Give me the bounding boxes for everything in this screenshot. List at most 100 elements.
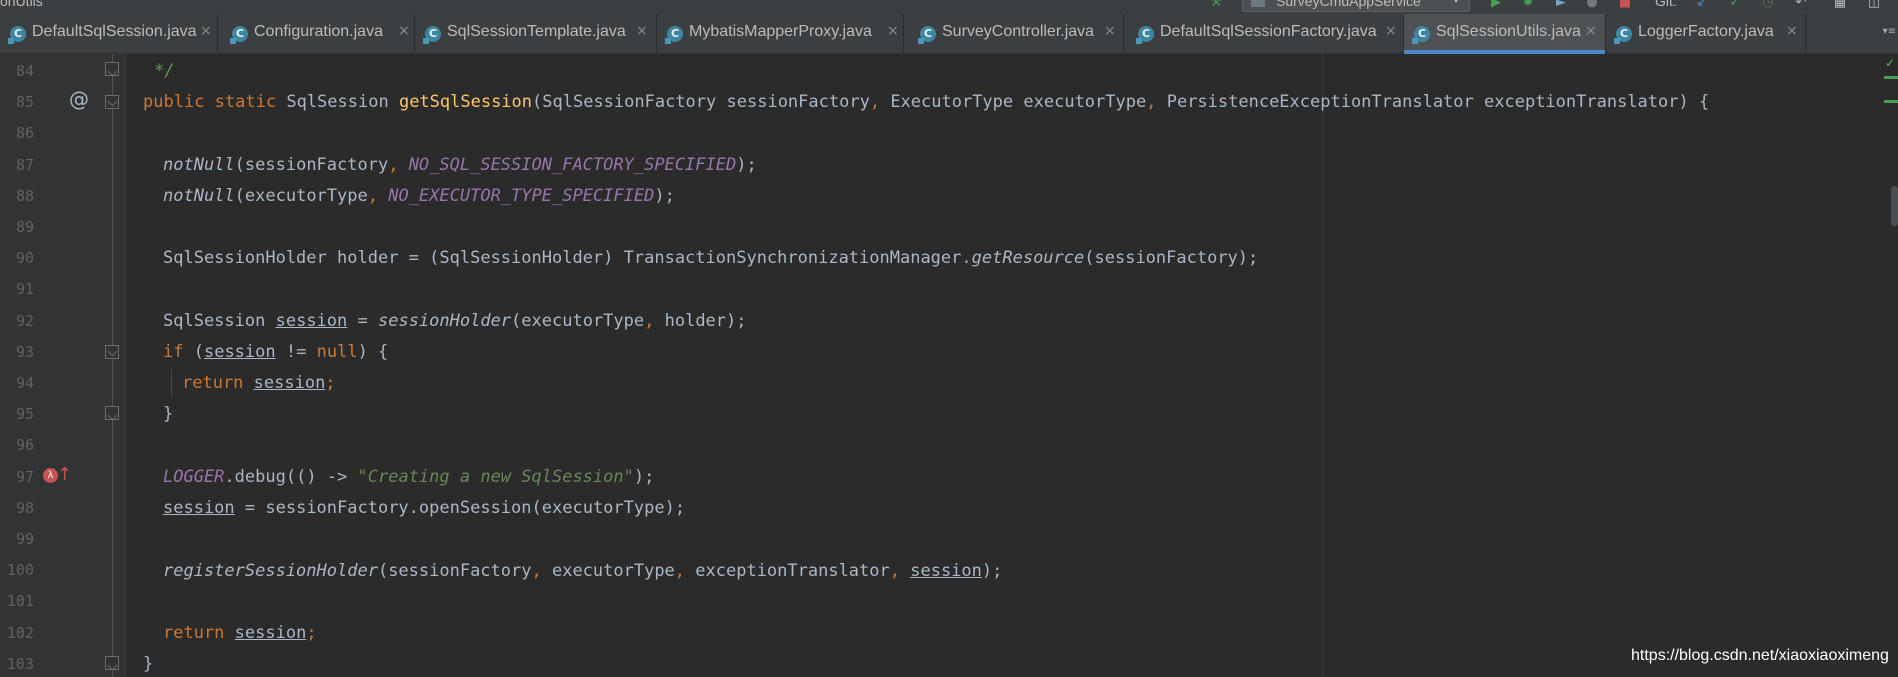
code-line-84: */ (154, 59, 174, 83)
code-line-92: SqlSession session = sessionHolder(execu… (163, 311, 747, 331)
arg-token: executorType (521, 311, 645, 331)
project-structure-icon[interactable]: ▦ (1832, 0, 1848, 11)
fold-collapse-icon[interactable] (105, 656, 119, 670)
fold-collapse-icon[interactable] (105, 62, 119, 76)
punct-token: ; (306, 623, 317, 643)
change-marker[interactable] (1884, 100, 1898, 103)
comment-token: */ (154, 61, 175, 81)
tab-overflow-menu-icon[interactable]: ▾≡ (1883, 26, 1896, 37)
arg-token: sessionFactory (388, 561, 532, 581)
layout-icon[interactable]: ◫ (1866, 0, 1882, 11)
run-with-coverage-icon[interactable]: ► (1553, 0, 1569, 11)
keyword-token: return (182, 373, 244, 393)
tab-label: DefaultSqlSessionFactory.java (1160, 23, 1377, 40)
type-token: PersistenceExceptionTranslator (1166, 92, 1474, 112)
punct-token: ; (325, 373, 336, 393)
code-editor[interactable]: */ public static SqlSession getSqlSessio… (126, 54, 1872, 677)
type-token: SqlSessionFactory (542, 92, 717, 112)
type-token: SqlSession (286, 92, 389, 112)
watermark-url: https://blog.csdn.net/xiaoxiaoximeng (1631, 647, 1889, 664)
tab-mybatismapperproxy[interactable]: C MybatisMapperProxy.java × (657, 14, 904, 53)
vcs-history-icon[interactable]: ◷ (1760, 0, 1776, 11)
tab-label: MybatisMapperProxy.java (689, 23, 872, 40)
tab-loggerfactory[interactable]: C LoggerFactory.java × (1606, 14, 1806, 53)
keyword-token: static (214, 92, 277, 112)
close-icon[interactable]: × (1786, 23, 1798, 39)
profile-icon[interactable]: ● (1584, 0, 1600, 11)
line-number: 94 (15, 374, 34, 392)
close-icon[interactable]: × (200, 23, 212, 39)
punct-token: , (1146, 92, 1157, 112)
close-icon[interactable]: × (1104, 23, 1116, 39)
main-toolbar: onUtils ⚒ SurveyCmdAppService ▼ ▶ ✹ ► ● … (0, 0, 1898, 14)
arg-token: sessionFactory (1094, 248, 1238, 268)
punct-token: ); (664, 498, 686, 518)
build-hammer-icon[interactable]: ⚒ (1208, 0, 1224, 11)
code-line-85: public static SqlSession getSqlSession(S… (143, 92, 1710, 112)
tab-configuration[interactable]: C Configuration.java × (222, 14, 415, 53)
vcs-commit-icon[interactable]: ✓ (1727, 0, 1743, 11)
keyword-token: return (163, 623, 225, 643)
editor-scrollbar-thumb[interactable] (1891, 186, 1898, 226)
line-number: 84 (15, 62, 34, 80)
punct-token: ) { (357, 342, 389, 362)
line-number: 89 (15, 218, 34, 236)
punct-token: ); (633, 467, 655, 487)
var-token: session (253, 373, 326, 393)
debug-icon[interactable]: ✹ (1520, 0, 1536, 11)
line-number: 96 (15, 436, 34, 454)
var-token: session (275, 311, 348, 331)
close-icon[interactable]: × (398, 23, 410, 39)
keyword-token: public (143, 92, 205, 112)
fold-collapse-icon[interactable] (105, 406, 119, 420)
editor-tab-bar: C DefaultSqlSession.java × C Configurati… (0, 14, 1898, 54)
line-number: 85 (15, 93, 34, 111)
stop-icon[interactable]: ■ (1617, 0, 1633, 11)
override-annotation-icon[interactable]: @ (69, 87, 89, 111)
java-class-icon: C (1614, 26, 1632, 44)
java-class-icon: C (665, 26, 683, 44)
punct-token: } (163, 404, 174, 424)
code-line-95: } (163, 402, 173, 426)
fold-collapse-icon[interactable] (105, 95, 119, 109)
line-number: 95 (15, 405, 34, 423)
keyword-token: if (163, 342, 184, 362)
change-marker[interactable] (1884, 76, 1898, 79)
arg-token: holder (664, 311, 727, 331)
run-icon[interactable]: ▶ (1488, 0, 1504, 11)
line-number: 99 (15, 530, 34, 548)
code-line-97: LOGGER.debug(() -> "Creating a new SqlSe… (163, 467, 655, 487)
close-icon[interactable]: × (887, 23, 899, 39)
tab-surveycontroller[interactable]: C SurveyController.java × (910, 14, 1124, 53)
navigate-up-arrow-icon: ↑ (57, 464, 73, 485)
run-config-label: SurveyCmdAppService (1276, 0, 1421, 9)
close-icon[interactable]: × (1385, 23, 1397, 39)
inspection-ok-icon[interactable]: ✓ (1885, 56, 1895, 70)
tab-defaultsqlsession[interactable]: C DefaultSqlSession.java × (0, 14, 218, 53)
punct-token: ); (981, 561, 1003, 581)
method-call-token: registerSessionHolder (163, 561, 378, 581)
tab-defaultsqlsessionfactory[interactable]: C DefaultSqlSessionFactory.java × (1128, 14, 1404, 53)
run-configuration-select[interactable]: SurveyCmdAppService ▼ (1242, 0, 1470, 12)
tab-label: SurveyController.java (942, 23, 1095, 40)
constant-token: NO_SQL_SESSION_FACTORY_SPECIFIED (408, 155, 737, 175)
method-call-token: notNull (163, 155, 235, 175)
vcs-update-icon[interactable]: ↙ (1694, 0, 1710, 11)
code-line-98: session = sessionFactory.openSession(exe… (163, 498, 686, 518)
tab-sqlsessiontemplate[interactable]: C SqlSessionTemplate.java × (415, 14, 657, 53)
punct-token: } (143, 654, 154, 674)
java-class-icon: C (1412, 26, 1430, 44)
param-token: sessionFactory (726, 92, 870, 112)
close-icon[interactable]: × (1585, 23, 1597, 39)
method-call-token: sessionHolder (377, 311, 512, 331)
type-token: SqlSessionHolder (163, 248, 327, 268)
fold-collapse-icon[interactable] (105, 345, 119, 359)
tab-label: SqlSessionTemplate.java (447, 23, 626, 40)
lambda-implementation-icon[interactable]: λ ↑ (43, 464, 73, 487)
close-icon[interactable]: × (636, 23, 648, 39)
editor-scrollbar-track[interactable] (1872, 54, 1898, 677)
vcs-revert-icon[interactable]: ↶ (1793, 0, 1809, 11)
type-token: ExecutorType (890, 92, 1014, 112)
tab-sqlsessionutils[interactable]: C SqlSessionUtils.java × (1404, 14, 1606, 54)
code-line-100: registerSessionHolder(sessionFactory, ex… (163, 561, 1003, 581)
